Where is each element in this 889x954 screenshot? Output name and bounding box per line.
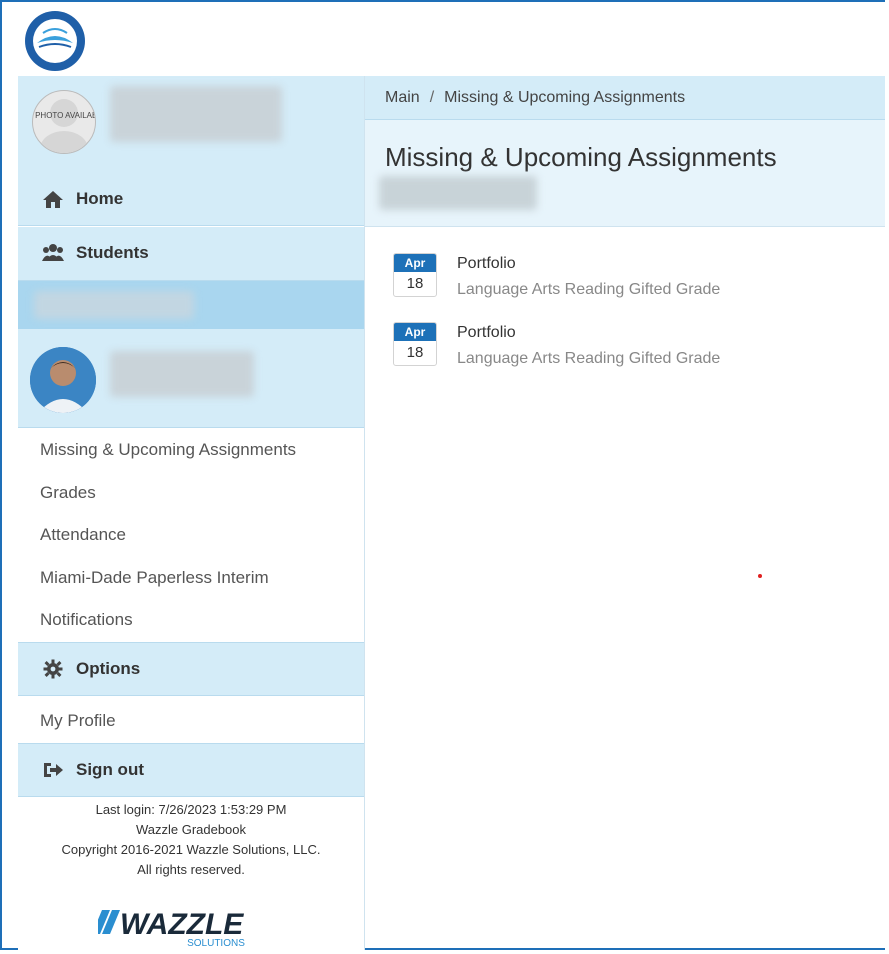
menu-grades-label: Grades [40, 483, 96, 502]
due-date-badge: Apr 18 [393, 253, 437, 297]
menu-paperless-interim-label: Miami-Dade Paperless Interim [40, 568, 269, 587]
due-day: 18 [406, 344, 424, 361]
top-bar [18, 6, 885, 77]
page-header: Missing & Upcoming Assignments [365, 120, 885, 227]
assignment-course: Language Arts Reading Gifted Grade [457, 350, 721, 367]
avatar: NO PHOTO AVAILABLE [32, 90, 96, 154]
user-name-redacted [110, 86, 282, 142]
due-date-badge: Apr 18 [393, 322, 437, 366]
no-photo-icon: NO PHOTO AVAILABLE [33, 99, 95, 153]
breadcrumb: Main / Missing & Upcoming Assignments [365, 76, 885, 120]
menu-my-profile-label: My Profile [40, 711, 116, 730]
copyright-text: Copyright 2016-2021 Wazzle Solutions, LL… [61, 842, 321, 857]
student-avatar [30, 347, 96, 413]
breadcrumb-current: Missing & Upcoming Assignments [444, 88, 686, 106]
menu-attendance-label: Attendance [40, 525, 127, 544]
sidebar-footer: Last login: 7/26/2023 1:53:29 PM Wazzle … [18, 800, 364, 880]
school-logo-icon[interactable] [23, 9, 87, 73]
breadcrumb-main-link[interactable]: Main [385, 89, 420, 107]
nav-students[interactable]: Students [18, 227, 364, 281]
student-photo-icon [30, 347, 96, 413]
menu-paperless-interim[interactable]: Miami-Dade Paperless Interim [18, 557, 364, 599]
user-profile-panel: NO PHOTO AVAILABLE [18, 76, 364, 173]
gear-icon [43, 659, 63, 679]
nav-students-label: Students [76, 243, 149, 262]
student-name-redacted [34, 291, 194, 319]
selected-student-row[interactable] [18, 281, 364, 329]
menu-missing-upcoming-label: Missing & Upcoming Assignments [40, 440, 297, 459]
assignment-course: Language Arts Reading Gifted Grade [457, 281, 721, 298]
assignment-title: Portfolio [457, 324, 516, 341]
nav-options[interactable]: Options [18, 642, 364, 696]
wazzle-logo: WAZZLE SOLUTIONS [98, 908, 245, 948]
no-photo-text: NO PHOTO AVAILABLE [33, 111, 95, 120]
nav-home-label: Home [76, 188, 124, 208]
due-day: 18 [406, 275, 424, 292]
wazzle-logo-subtext: SOLUTIONS [187, 938, 245, 948]
home-icon [43, 190, 63, 208]
menu-notifications-label: Notifications [40, 610, 133, 629]
rights-text: All rights reserved. [137, 862, 245, 877]
app-name-text: Wazzle Gradebook [135, 822, 247, 837]
menu-my-profile[interactable]: My Profile [18, 700, 364, 742]
due-month: Apr [394, 323, 436, 341]
cursor-dot [758, 574, 762, 578]
nav-home[interactable]: Home [18, 172, 364, 226]
assignment-item[interactable]: Apr 18 Portfolio Language Arts Reading G… [393, 322, 873, 374]
nav-options-label: Options [76, 659, 141, 678]
assignment-item[interactable]: Apr 18 Portfolio Language Arts Reading G… [393, 253, 873, 305]
wazzle-logo-text: WAZZLE [120, 908, 244, 941]
nav-sign-out-label: Sign out [76, 760, 144, 779]
page-subtitle-redacted [379, 176, 537, 210]
breadcrumb-separator: / [429, 88, 435, 106]
users-icon [42, 244, 64, 261]
assignment-title: Portfolio [457, 255, 516, 272]
sidebar: NO PHOTO AVAILABLE Home Students [18, 76, 365, 950]
page-title: Missing & Upcoming Assignments [385, 142, 777, 172]
due-month: Apr [394, 254, 436, 272]
nav-sign-out[interactable]: Sign out [18, 743, 364, 797]
menu-missing-upcoming[interactable]: Missing & Upcoming Assignments [18, 429, 364, 471]
student-card[interactable] [18, 329, 364, 428]
menu-attendance[interactable]: Attendance [18, 514, 364, 556]
last-login-text: Last login: 7/26/2023 1:53:29 PM [95, 802, 287, 817]
student-info-redacted [110, 351, 254, 397]
menu-notifications[interactable]: Notifications [18, 599, 364, 641]
menu-grades[interactable]: Grades [18, 472, 364, 514]
sign-out-icon [44, 763, 63, 777]
